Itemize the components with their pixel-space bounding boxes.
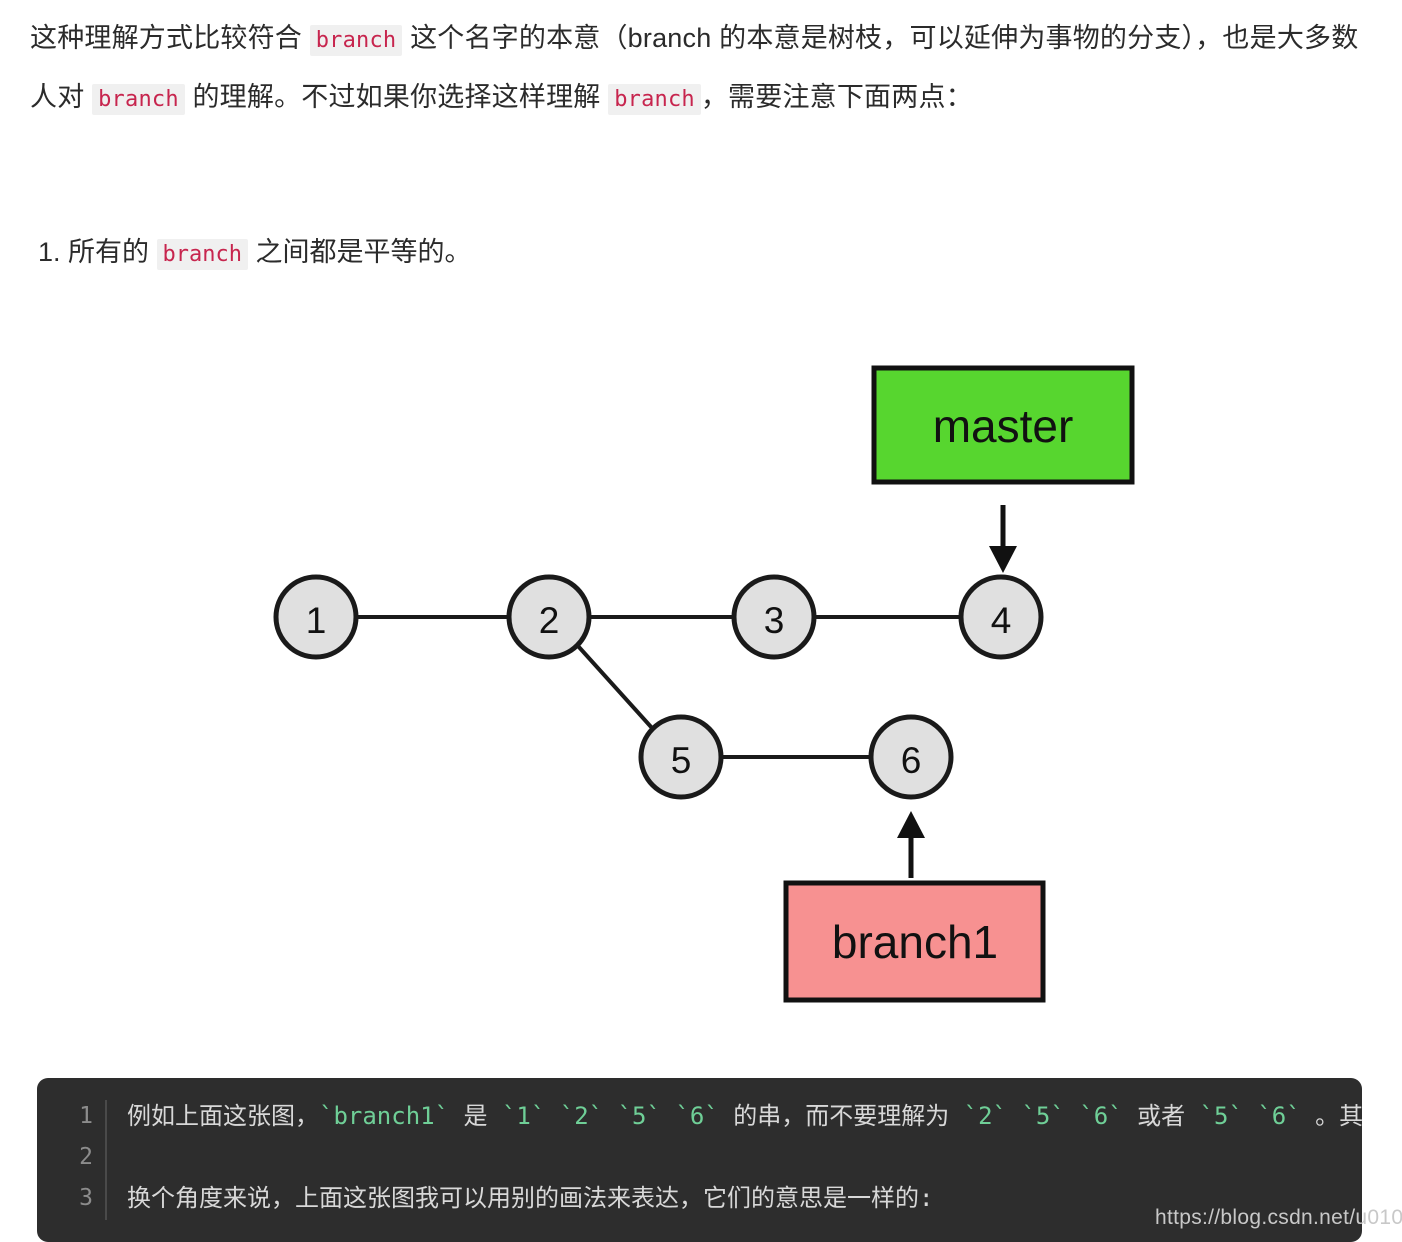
code-token-text: 的串，而不要理解为 [718,1102,964,1130]
commit-graph-diagram: master branch1 1 2 3 4 5 6 [0,330,1402,1030]
code-token-string: `5` [1199,1102,1243,1130]
code-token-text: 。其实 [1315,1102,1362,1130]
commit-node-label-3: 3 [764,600,785,641]
paragraph-text-seg4: ，需要注意下面两点： [700,82,973,112]
code-token-text: 例如上面这张图， [127,1102,319,1130]
code-token-string: `5` [1021,1102,1065,1130]
code-line: 例如上面这张图，`branch1` 是 `1` `2` `5` `6` 的串，而… [127,1096,1362,1137]
code-line-number: 1 [79,1103,93,1129]
code-token-string: `1` [501,1102,546,1130]
code-line-number-gutter: 1 2 3 [37,1096,105,1219]
commit-node-4: 4 [958,574,1044,660]
commit-node-label-6: 6 [901,740,922,781]
gutter-divider [105,1100,107,1220]
code-token-string: `6` [1257,1102,1301,1130]
code-content[interactable]: 例如上面这张图，`branch1` 是 `1` `2` `5` `6` 的串，而… [127,1096,1362,1219]
paragraph-text-seg3: 的理解。不过如果你选择这样理解 [184,82,609,112]
inline-code-branch-4: branch [156,239,249,270]
branch1-branch-box: branch1 [783,880,1046,1003]
inline-code-branch-2: branch [92,84,185,115]
inline-code-branch-3: branch [608,84,701,115]
code-token-string: `6` [1079,1102,1123,1130]
commit-node-5: 5 [638,714,724,800]
commit-node-label-5: 5 [671,740,692,781]
list-item-text-before: 所有的 [60,237,157,267]
inline-code-branch-1: branch [309,25,403,56]
list-item-marker: 1. [38,237,61,267]
branch1-label: branch1 [832,916,998,968]
article-paragraph: 这种理解方式比较符合 branch 这个名字的本意（branch 的本意是树枝，… [30,10,1375,128]
commit-node-label-4: 4 [991,600,1012,641]
commit-node-label-2: 2 [539,600,560,641]
watermark-url: https://blog.csdn.net/u010633 [1155,1206,1402,1229]
code-token-string: `5` [617,1102,661,1130]
code-line-number: 3 [79,1185,93,1211]
code-token-string: `branch1` [319,1102,450,1130]
paragraph-line: 这种理解方式比较符合 branch 这个名字的本意（branch 的本意是树枝，… [30,10,1375,128]
commit-node-group: 1 2 3 4 5 6 [273,574,1044,800]
code-token-text: 或者 [1122,1102,1200,1130]
master-pointer-arrow [989,505,1017,573]
master-label: master [933,400,1074,452]
commit-node-3: 3 [731,574,817,660]
paragraph-text-seg1: 这种理解方式比较符合 [30,23,310,53]
commit-node-1: 1 [273,574,359,660]
code-token-string: `2` [963,1102,1008,1130]
commit-node-6: 6 [868,714,954,800]
list-item-text-after: 之间都是平等的。 [248,237,472,267]
code-token-text: 是 [449,1102,502,1130]
ordered-list-item-1: 1. 所有的 branch 之间都是平等的。 [38,228,472,279]
commit-node-2: 2 [506,574,592,660]
csdn-watermark: https://blog.csdn.net/u010633266 [1155,1206,1402,1230]
edge-2-5 [576,644,654,730]
master-branch-box: master [871,365,1135,485]
commit-node-label-1: 1 [306,600,327,641]
code-token-string: `6` [675,1102,719,1130]
code-line-number: 2 [79,1144,93,1170]
branch1-pointer-arrow [897,811,925,878]
code-token-string: `2` [559,1102,604,1130]
code-token-text: 换个角度来说，上面这张图我可以用别的画法来表达，它们的意思是一样的: [127,1184,934,1212]
